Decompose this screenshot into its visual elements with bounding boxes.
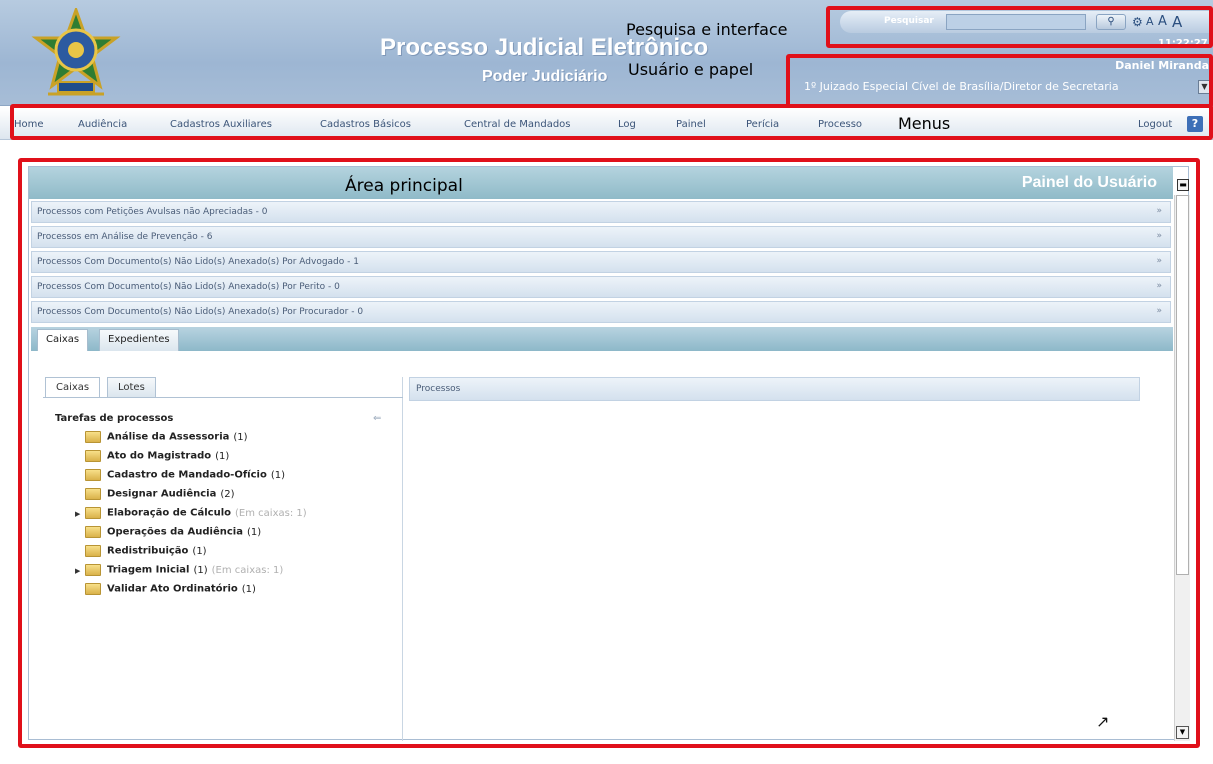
panel-title-bar: Painel do Usuário (29, 167, 1173, 199)
accordion-label: Processos em Análise de Prevenção - 6 (37, 232, 213, 242)
search-input[interactable] (946, 14, 1086, 30)
divider (43, 397, 403, 398)
user-panel: Painel do Usuário ▬ ▼ Processos com Peti… (28, 166, 1190, 741)
chevron-down-icon: ▼ (1201, 82, 1208, 91)
menu-item-cadastros-basicos[interactable]: Cadastros Básicos (320, 119, 411, 130)
expand-icon[interactable]: ▶ (75, 567, 80, 575)
clock-time: 11:22:27 (1158, 38, 1208, 49)
mouse-cursor-icon: ↗ (1096, 712, 1110, 731)
header: Processo Judicial Eletrônico Poder Judic… (0, 0, 1213, 106)
annotation-main-label: Área principal (345, 176, 463, 196)
chevron-right-icon: » (1156, 231, 1162, 241)
chevron-right-icon: » (1156, 206, 1162, 216)
tab-caixas[interactable]: Caixas (37, 329, 89, 351)
user-role[interactable]: 1º Juizado Especial Cível de Brasília/Di… (804, 80, 1119, 93)
font-size-small-button[interactable]: A (1146, 13, 1154, 31)
annotation-search-label: Pesquisa e interface (626, 20, 788, 39)
tree-item[interactable]: Designar Audiência (2) (73, 488, 235, 506)
role-dropdown-button[interactable]: ▼ (1198, 80, 1211, 94)
settings-icon[interactable]: ⚙ (1132, 13, 1143, 31)
accordion-item-peticoes[interactable]: Processos com Petições Avulsas não Aprec… (31, 201, 1171, 223)
font-size-large-button[interactable]: A (1172, 13, 1182, 31)
tabs-bar: Caixas Expedientes (31, 327, 1173, 351)
help-icon: ? (1191, 117, 1199, 130)
accordion-label: Processos com Petições Avulsas não Aprec… (37, 207, 268, 217)
tree-item[interactable]: ▶ Triagem Inicial (1) (Em caixas: 1) (73, 564, 283, 582)
menu-item-processo[interactable]: Processo (818, 119, 862, 130)
menu-item-home[interactable]: Home (14, 119, 44, 130)
help-button[interactable]: ? (1187, 116, 1203, 132)
coat-of-arms-icon (31, 8, 121, 96)
font-size-medium-button[interactable]: A (1158, 13, 1167, 31)
collapse-left-icon[interactable]: ⇐ (373, 413, 381, 424)
folder-icon (85, 450, 101, 462)
tree-title: Tarefas de processos (55, 413, 174, 424)
subtab-caixas[interactable]: Caixas (45, 377, 101, 397)
menu-item-central-de-mandados[interactable]: Central de Mandados (464, 119, 571, 130)
vertical-scrollbar[interactable]: ▼ (1174, 195, 1190, 741)
tree-item[interactable]: Cadastro de Mandado-Ofício (1) (73, 469, 285, 487)
menu-item-audiencia[interactable]: Audiência (78, 119, 127, 130)
annotation-menus-label: Menus (898, 114, 951, 133)
tree-item[interactable]: Análise da Assessoria (1) (73, 431, 248, 449)
chevron-right-icon: » (1156, 256, 1162, 266)
accordion-item-advogado[interactable]: Processos Com Documento(s) Não Lido(s) A… (31, 251, 1171, 273)
accordion-label: Processos Com Documento(s) Não Lido(s) A… (37, 257, 359, 267)
tree-item[interactable]: ▶ Elaboração de Cálculo (Em caixas: 1) (73, 507, 307, 525)
menu-item-cadastros-auxiliares[interactable]: Cadastros Auxiliares (170, 119, 272, 130)
user-name: Daniel Miranda (1115, 59, 1209, 72)
accordion-label: Processos Com Documento(s) Não Lido(s) A… (37, 307, 364, 317)
folder-icon (85, 583, 101, 595)
logout-link[interactable]: Logout (1138, 119, 1172, 130)
annotation-user-label: Usuário e papel (628, 60, 754, 79)
scrollbar-thumb[interactable] (1176, 195, 1189, 575)
search-icon: ⚲ (1107, 16, 1115, 27)
folder-icon (85, 526, 101, 538)
folder-icon (85, 469, 101, 481)
minus-icon: ▬ (1179, 180, 1187, 189)
folder-icon (85, 545, 101, 557)
tree-item[interactable]: Validar Ato Ordinatório (1) (73, 583, 256, 601)
scroll-down-button[interactable]: ▼ (1176, 726, 1189, 739)
search-label: Pesquisar (884, 16, 934, 26)
panel-title: Painel do Usuário (1021, 174, 1157, 191)
panel-collapse-button[interactable]: ▬ (1177, 179, 1189, 191)
accordion-item-procurador[interactable]: Processos Com Documento(s) Não Lido(s) A… (31, 301, 1171, 323)
tree-item[interactable]: Redistribuição (1) (73, 545, 207, 563)
search-bar: Pesquisar ⚲ ⚙ A A A (840, 11, 1213, 33)
folder-icon (85, 488, 101, 500)
accordion-label: Processos Com Documento(s) Não Lido(s) A… (37, 282, 340, 292)
chevron-right-icon: » (1156, 306, 1162, 316)
folder-icon (85, 564, 101, 576)
accordion-item-prevencao[interactable]: Processos em Análise de Prevenção - 6 » (31, 226, 1171, 248)
app-subtitle: Poder Judiciário (482, 68, 608, 85)
chevron-down-icon: ▼ (1179, 728, 1186, 736)
subtab-lotes[interactable]: Lotes (107, 377, 156, 397)
accordion-item-perito[interactable]: Processos Com Documento(s) Não Lido(s) A… (31, 276, 1171, 298)
tree-item[interactable]: Operações da Audiência (1) (73, 526, 261, 544)
folder-icon (85, 431, 101, 443)
menu-bar: Home Audiência Cadastros Auxiliares Cada… (0, 108, 1213, 140)
processes-title: Processos (416, 384, 461, 394)
processes-panel-header: Processos (409, 377, 1140, 401)
menu-item-pericia[interactable]: Perícia (746, 119, 779, 130)
tree-item[interactable]: Ato do Magistrado (1) (73, 450, 229, 468)
tasks-panel: Caixas Lotes Tarefas de processos ⇐ Anál… (43, 377, 403, 741)
search-button[interactable]: ⚲ (1096, 14, 1126, 30)
folder-icon (85, 507, 101, 519)
menu-item-log[interactable]: Log (618, 119, 636, 130)
tab-expedientes[interactable]: Expedientes (99, 329, 179, 351)
menu-item-painel[interactable]: Painel (676, 119, 706, 130)
expand-icon[interactable]: ▶ (75, 510, 80, 518)
chevron-right-icon: » (1156, 281, 1162, 291)
